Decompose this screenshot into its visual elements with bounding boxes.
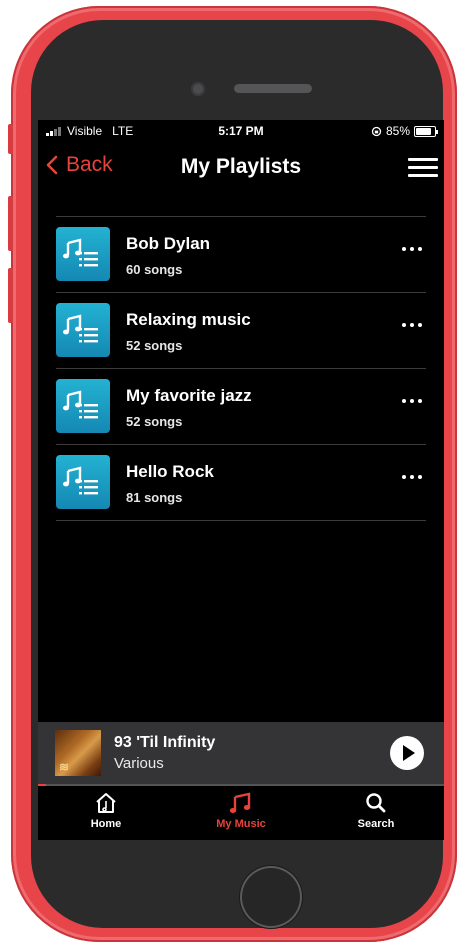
earpiece-speaker (234, 84, 312, 93)
playlist-name: My favorite jazz (126, 386, 252, 405)
front-camera (191, 82, 205, 96)
volume-down-button (8, 268, 13, 323)
mute-switch (8, 124, 13, 154)
navigation-bar: Back My Playlists (38, 146, 444, 190)
playlist-song-count: 52 songs (126, 338, 183, 353)
playlist-song-count: 81 songs (126, 490, 183, 505)
volume-up-button (8, 196, 13, 251)
tab-home-label: Home (90, 818, 122, 830)
music-list-icon (56, 227, 110, 281)
music-list-icon (56, 455, 110, 509)
app-screen: Visible LTE 5:17 PM 85% Back My Playlist… (38, 120, 444, 840)
status-bar: Visible LTE 5:17 PM 85% (38, 120, 444, 142)
now-playing-title: 93 'Til Infinity (114, 734, 216, 751)
playlist-song-count: 52 songs (126, 414, 183, 429)
album-art (55, 730, 101, 776)
page-title: My Playlists (180, 155, 302, 178)
status-right: 85% (371, 124, 438, 138)
mini-player[interactable]: 93 'Til Infinity Various (38, 722, 444, 784)
music-list-icon (56, 379, 110, 433)
home-icon (96, 793, 116, 813)
play-icon[interactable] (390, 736, 424, 770)
ellipsis-icon[interactable] (402, 475, 422, 479)
music-list-icon (56, 303, 110, 357)
playlist-list: Bob Dylan 60 songs Relaxing music 52 son… (56, 216, 426, 521)
home-button[interactable] (240, 866, 302, 928)
playlist-row[interactable]: Hello Rock 81 songs (56, 444, 426, 521)
playlist-name: Bob Dylan (126, 234, 211, 253)
tab-search-label: Search (357, 818, 395, 830)
playlist-name: Relaxing music (126, 310, 251, 329)
playlist-row[interactable]: My favorite jazz 52 songs (56, 368, 426, 444)
hamburger-menu-icon[interactable] (408, 158, 438, 178)
battery-percent: 85% (385, 124, 410, 138)
tab-search[interactable]: Search (326, 792, 426, 830)
tab-bar: Home My Music Search (38, 786, 444, 840)
playlist-row[interactable]: Bob Dylan 60 songs (56, 216, 426, 292)
ellipsis-icon[interactable] (402, 247, 422, 251)
search-icon (366, 793, 386, 813)
playlist-song-count: 60 songs (126, 262, 183, 277)
ellipsis-icon[interactable] (402, 399, 422, 403)
battery-icon (414, 125, 438, 137)
tab-my-music-label: My Music (216, 818, 266, 830)
tab-my-music[interactable]: My Music (191, 792, 291, 830)
playlist-row[interactable]: Relaxing music 52 songs (56, 292, 426, 368)
orientation-lock-icon (371, 126, 382, 136)
playlist-name: Hello Rock (126, 462, 214, 481)
tab-home[interactable]: Home (56, 792, 156, 830)
ellipsis-icon[interactable] (402, 323, 422, 327)
music-notes-icon (229, 792, 251, 813)
now-playing-artist: Various (114, 755, 164, 772)
